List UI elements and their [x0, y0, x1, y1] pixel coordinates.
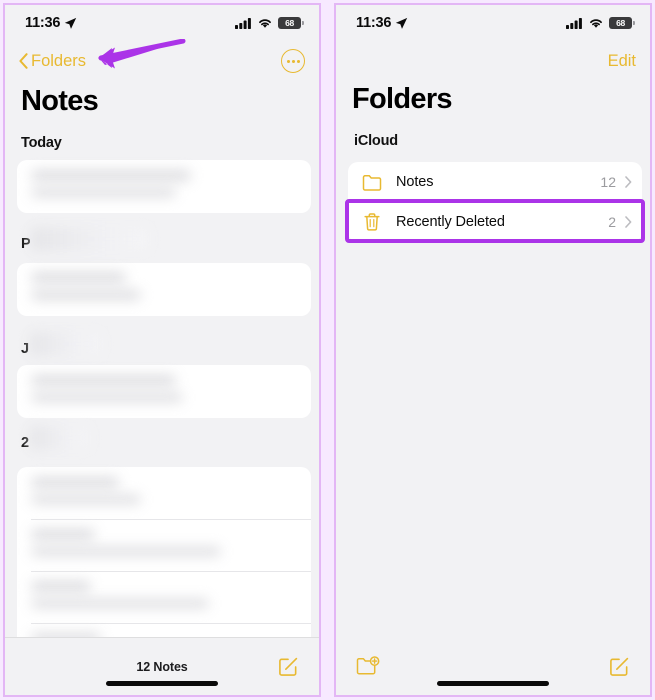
- note-card[interactable]: [17, 263, 311, 316]
- list-divider: [31, 519, 311, 520]
- status-indicators: 68: [235, 17, 304, 29]
- more-ellipsis-icon[interactable]: [281, 49, 305, 73]
- account-section-label: iCloud: [354, 133, 398, 149]
- dot: [291, 59, 295, 63]
- navigation-bar: Folders: [5, 45, 319, 77]
- cellular-bars-icon: [235, 18, 251, 29]
- page-title: Notes: [21, 85, 99, 117]
- recently-deleted-row[interactable]: Recently Deleted 2: [348, 202, 642, 242]
- redacted-note-title: [31, 170, 191, 181]
- status-time: 11:36: [356, 15, 392, 31]
- chevron-right-icon: [625, 216, 632, 228]
- redacted-note-preview: [31, 393, 183, 402]
- status-time-group: 11:36: [356, 15, 408, 31]
- redacted-note-title: [31, 375, 176, 386]
- trash-icon: [364, 213, 380, 231]
- edit-button[interactable]: Edit: [608, 52, 636, 71]
- notes-list-screen: 11:36 68 Folders Notes Today P J 2 12 No…: [3, 3, 321, 697]
- status-bar: 11:36 68: [5, 5, 319, 41]
- dot: [296, 59, 300, 63]
- battery-icon: 68: [609, 17, 635, 29]
- redacted-note-preview: [31, 547, 221, 556]
- folder-list: Notes 12 Recently Deleted 2: [348, 162, 642, 242]
- notes-folder-row[interactable]: Notes 12: [348, 162, 642, 202]
- chevron-right-icon: [625, 176, 632, 188]
- redacted-note-preview: [31, 188, 176, 197]
- home-indicator: [437, 681, 549, 686]
- folder-icon: [362, 174, 382, 191]
- section-header-redacted: J: [21, 341, 29, 357]
- compose-note-button[interactable]: [609, 656, 630, 677]
- redacted-note-title: [31, 477, 119, 488]
- chevron-left-icon: [19, 53, 28, 69]
- section-header-redacted: P: [21, 236, 31, 252]
- battery-icon: 68: [278, 17, 304, 29]
- location-arrow-icon: [396, 17, 408, 29]
- bottom-toolbar: [336, 637, 650, 695]
- status-indicators: 68: [566, 17, 635, 29]
- redacted-note-preview: [31, 290, 141, 300]
- wifi-icon: [259, 19, 271, 28]
- page-title: Folders: [352, 83, 453, 115]
- folders-screen: 11:36 68 Edit Folders iCloud Notes 12 Re…: [334, 3, 652, 697]
- redacted-note-preview: [31, 599, 209, 608]
- redacted-note-title: [31, 529, 95, 540]
- new-folder-button[interactable]: [356, 656, 380, 676]
- status-time: 11:36: [25, 15, 61, 31]
- redacted-note-preview: [31, 495, 141, 504]
- redaction-blur: [30, 332, 102, 356]
- battery-level: 68: [285, 18, 294, 28]
- navigation-bar: Edit: [336, 45, 650, 77]
- folder-count: 2: [608, 214, 616, 230]
- note-card[interactable]: [17, 365, 311, 418]
- folder-name: Notes: [396, 174, 434, 190]
- back-to-folders-button[interactable]: Folders: [19, 52, 86, 71]
- folder-name: Recently Deleted: [396, 214, 505, 230]
- battery-level: 68: [616, 18, 625, 28]
- redacted-note-title: [31, 272, 126, 283]
- new-folder-icon: [356, 656, 380, 675]
- bottom-toolbar: 12 Notes: [5, 637, 319, 695]
- cellular-bars-icon: [566, 18, 582, 29]
- list-divider: [31, 571, 311, 572]
- status-bar: 11:36 68: [336, 5, 650, 41]
- screenshot-root: 11:36 68 Folders Notes Today P J 2 12 No…: [0, 0, 655, 700]
- redaction-blur: [30, 426, 90, 450]
- note-card-group[interactable]: [17, 467, 311, 652]
- section-header-today: Today: [21, 135, 62, 151]
- redaction-blur: [31, 227, 149, 251]
- note-card[interactable]: [17, 160, 311, 213]
- compose-icon: [610, 657, 629, 676]
- notes-count-label: 12 Notes: [136, 659, 188, 674]
- wifi-icon: [590, 19, 602, 28]
- status-time-group: 11:36: [25, 15, 77, 31]
- list-divider: [31, 623, 311, 624]
- folder-count: 12: [600, 174, 616, 190]
- back-label: Folders: [31, 51, 87, 70]
- dot: [286, 59, 290, 63]
- section-header-redacted: 2: [21, 435, 29, 451]
- redacted-note-title: [31, 581, 91, 592]
- home-indicator: [106, 681, 218, 686]
- location-arrow-icon: [65, 17, 77, 29]
